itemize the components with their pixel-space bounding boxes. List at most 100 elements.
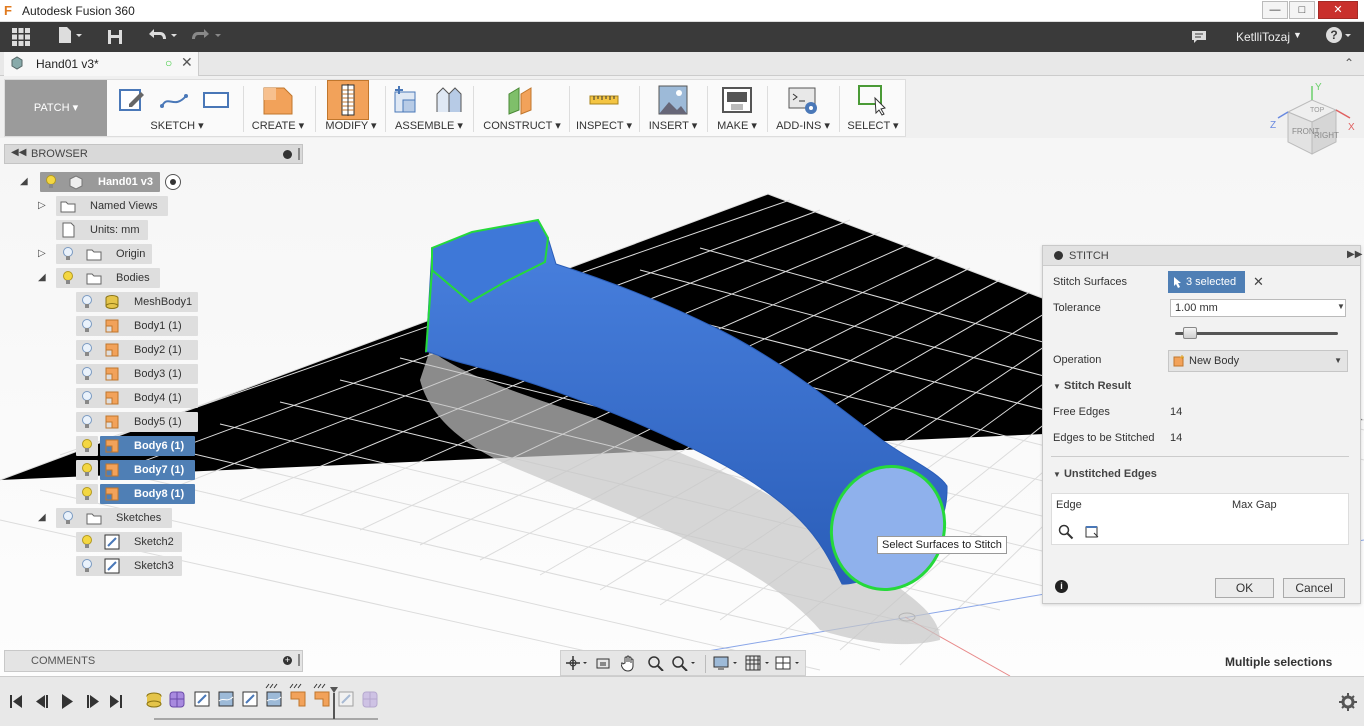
display-settings-icon[interactable] (713, 655, 741, 671)
select-icon[interactable] (857, 84, 889, 116)
visibility-bulb-icon[interactable] (62, 271, 74, 285)
timeline-settings-gear-icon[interactable] (1339, 693, 1357, 711)
rectangle-icon[interactable] (201, 84, 233, 116)
visibility-bulb-icon[interactable] (81, 463, 93, 477)
visibility-bulb-icon[interactable] (62, 247, 74, 261)
info-icon[interactable]: i (1055, 580, 1068, 593)
unstitched-edges-header[interactable]: ▼ Unstitched Edges (1053, 468, 1157, 480)
save-icon[interactable] (104, 26, 126, 48)
root-component[interactable]: Hand01 v3 (40, 172, 160, 192)
collapse-icon[interactable]: ◢ (38, 512, 50, 524)
comment-icon[interactable] (1188, 26, 1210, 48)
visibility-bulb-icon[interactable] (81, 439, 93, 453)
file-menu-icon[interactable] (54, 26, 86, 48)
create-sketch-icon[interactable] (117, 84, 149, 116)
tree-row-body[interactable]: MeshBody1 (0, 292, 300, 312)
maximize-button[interactable]: □ (1289, 1, 1315, 19)
expand-icon[interactable]: ▷ (38, 248, 50, 260)
tree-row-body[interactable]: Body7 (1) (0, 460, 300, 480)
tolerance-slider-thumb[interactable] (1182, 327, 1197, 339)
dialog-collapse-icon[interactable] (1054, 251, 1063, 260)
visibility-bulb-icon[interactable] (81, 415, 93, 429)
tab-hand01[interactable]: Hand01 v3* ○ ✕ (4, 52, 199, 76)
edge-selector-icon[interactable] (1084, 524, 1100, 540)
new-component-icon[interactable] (391, 84, 423, 116)
add-comment-icon[interactable]: + (283, 656, 292, 665)
patch-feature-icon[interactable] (313, 683, 330, 707)
tree-row-body[interactable]: Body2 (1) (0, 340, 300, 360)
help-icon[interactable]: ? (1324, 26, 1354, 48)
visibility-bulb-icon[interactable] (81, 535, 93, 549)
visibility-bulb-icon[interactable] (62, 511, 74, 525)
tree-row-root[interactable]: ◢ Hand01 v3 (0, 172, 300, 192)
undo-icon[interactable] (144, 26, 180, 48)
mesh-feature-icon[interactable] (146, 692, 162, 708)
stitch-icon[interactable] (327, 80, 369, 120)
user-menu-chevron-icon[interactable]: ▼ (1293, 30, 1302, 40)
inspect-group[interactable]: INSPECT ▾ (571, 80, 637, 136)
user-name[interactable]: KetlliTozaj (1236, 30, 1290, 44)
cancel-button[interactable]: Cancel (1283, 578, 1345, 598)
tree-row-body[interactable]: Body6 (1) (0, 436, 300, 456)
construct-group[interactable]: CONSTRUCT ▾ (475, 80, 569, 136)
pan-icon[interactable] (621, 654, 637, 672)
make-group[interactable]: MAKE ▾ (709, 80, 765, 136)
tolerance-slider-track[interactable] (1175, 332, 1338, 335)
stitch-result-header[interactable]: ▼ Stitch Result (1053, 380, 1131, 392)
clear-selection-icon[interactable]: ✕ (1253, 274, 1264, 290)
view-cube[interactable]: TOP FRONT RIGHT Y X Z (1268, 82, 1358, 164)
look-at-icon[interactable] (595, 655, 611, 671)
tree-row-body[interactable]: Body4 (1) (0, 388, 300, 408)
sketch-group[interactable]: SKETCH ▾ (111, 80, 243, 136)
collapse-browser-icon[interactable]: ◀◀ (11, 147, 26, 158)
step-back-icon[interactable] (36, 695, 48, 708)
scripts-icon[interactable] (787, 84, 819, 116)
tree-row-sketches[interactable]: ◢ Sketches (0, 508, 300, 528)
measure-icon[interactable] (588, 84, 620, 116)
tree-row-units[interactable]: Units: mm (0, 220, 300, 240)
create-group[interactable]: CREATE ▾ (245, 80, 311, 136)
tolerance-dropdown-icon[interactable]: ▼ (1337, 302, 1345, 311)
expand-icon[interactable]: ▷ (38, 200, 50, 212)
browser-minimize-icon[interactable] (283, 150, 292, 159)
tree-row-sketch[interactable]: Sketch2 (0, 532, 300, 552)
tree-row-body[interactable]: Body5 (1) (0, 412, 300, 432)
operation-select[interactable]: New Body ▼ (1168, 350, 1348, 372)
tree-row-body[interactable]: Body8 (1) (0, 484, 300, 504)
go-to-end-icon[interactable] (110, 695, 122, 708)
zoom-icon[interactable] (647, 655, 665, 671)
comments-pin-icon[interactable] (298, 654, 300, 666)
tolerance-input[interactable]: 1.00 mm (1170, 299, 1346, 317)
visibility-bulb-icon[interactable] (81, 487, 93, 501)
visibility-bulb-icon[interactable] (81, 367, 93, 381)
viewports-icon[interactable] (775, 655, 803, 671)
activate-radio-icon[interactable] (165, 174, 181, 190)
visibility-bulb-icon[interactable] (81, 295, 93, 309)
form-feature-icon[interactable] (169, 691, 185, 708)
sketch-feature-icon[interactable] (194, 691, 210, 707)
collapse-icon[interactable]: ◢ (20, 176, 32, 188)
assemble-group[interactable]: ASSEMBLE ▾ (387, 80, 471, 136)
tree-row-origin[interactable]: ▷ Origin (0, 244, 300, 264)
surface-feature-icon[interactable] (218, 691, 234, 707)
zoom-to-edge-icon[interactable] (1058, 524, 1074, 540)
sketch-feature-icon[interactable] (338, 691, 354, 707)
tab-close-icon[interactable]: ✕ (181, 54, 193, 71)
visibility-bulb-icon[interactable] (45, 175, 57, 189)
dialog-expand-icon[interactable]: ▶▶ (1347, 249, 1362, 260)
fit-icon[interactable] (671, 655, 699, 671)
offset-plane-icon[interactable] (505, 84, 537, 116)
go-to-start-icon[interactable] (10, 695, 22, 708)
modify-group[interactable]: MODIFY ▾ (317, 80, 385, 136)
redo-icon[interactable] (188, 26, 224, 48)
select-group[interactable]: SELECT ▾ (841, 80, 905, 136)
sketch-feature-icon[interactable] (242, 691, 258, 707)
ok-button[interactable]: OK (1215, 578, 1274, 598)
minimize-button[interactable]: — (1262, 1, 1288, 19)
visibility-bulb-icon[interactable] (81, 559, 93, 573)
play-icon[interactable] (62, 694, 73, 709)
create-surface-icon[interactable] (262, 84, 294, 116)
insert-group[interactable]: INSERT ▾ (641, 80, 705, 136)
tree-row-sketch[interactable]: Sketch3 (0, 556, 300, 576)
workspace-switcher[interactable]: PATCH ▾ (5, 80, 107, 136)
